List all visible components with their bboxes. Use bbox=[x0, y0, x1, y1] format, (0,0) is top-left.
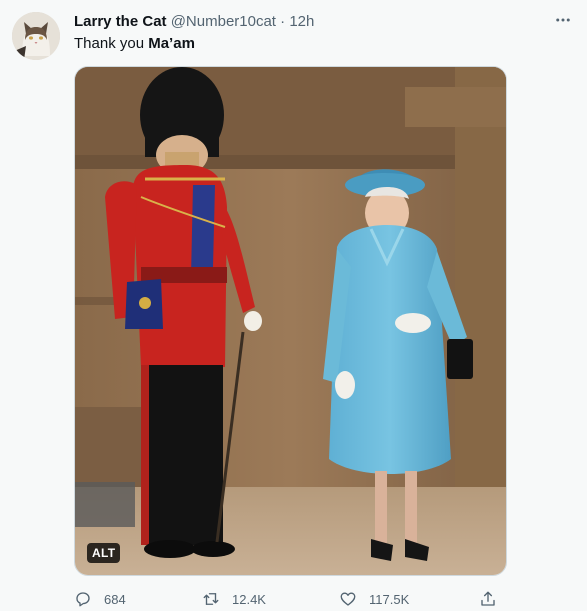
tweet-header: Larry the Cat @Number10cat · 12h bbox=[74, 12, 314, 32]
tweet-text-bold: Ma’am bbox=[148, 35, 195, 52]
reply-count: 684 bbox=[104, 591, 126, 607]
more-options-button[interactable] bbox=[551, 8, 575, 32]
share-button[interactable] bbox=[479, 588, 509, 610]
tweet-text: Thank you Ma’am bbox=[74, 34, 195, 54]
tweet-actions: 684 12.4K 117.5K bbox=[74, 588, 507, 610]
retweet-button[interactable]: 12.4K bbox=[202, 588, 266, 610]
tweet-timestamp[interactable]: 12h bbox=[289, 13, 314, 30]
tweet[interactable]: Larry the Cat @Number10cat · 12h Thank y… bbox=[0, 0, 587, 611]
heart-icon bbox=[340, 592, 356, 606]
user-handle[interactable]: @Number10cat bbox=[171, 13, 276, 30]
like-button[interactable]: 117.5K bbox=[339, 588, 409, 610]
cat-avatar-icon bbox=[12, 12, 60, 60]
like-count: 117.5K bbox=[369, 591, 410, 607]
alt-text-badge[interactable]: ALT bbox=[87, 543, 121, 563]
avatar[interactable] bbox=[12, 12, 60, 60]
tweet-photo[interactable]: ALT bbox=[74, 66, 507, 576]
header-separator: · bbox=[280, 13, 286, 30]
photo-illustration bbox=[75, 67, 506, 575]
retweet-icon bbox=[203, 593, 219, 605]
tweet-text-prefix: Thank you bbox=[74, 35, 149, 52]
retweet-count: 12.4K bbox=[232, 591, 266, 607]
more-dots-icon bbox=[556, 18, 570, 22]
reply-button[interactable]: 684 bbox=[74, 588, 126, 610]
display-name[interactable]: Larry the Cat bbox=[74, 13, 167, 30]
reply-icon bbox=[76, 592, 90, 607]
share-icon bbox=[481, 591, 495, 606]
